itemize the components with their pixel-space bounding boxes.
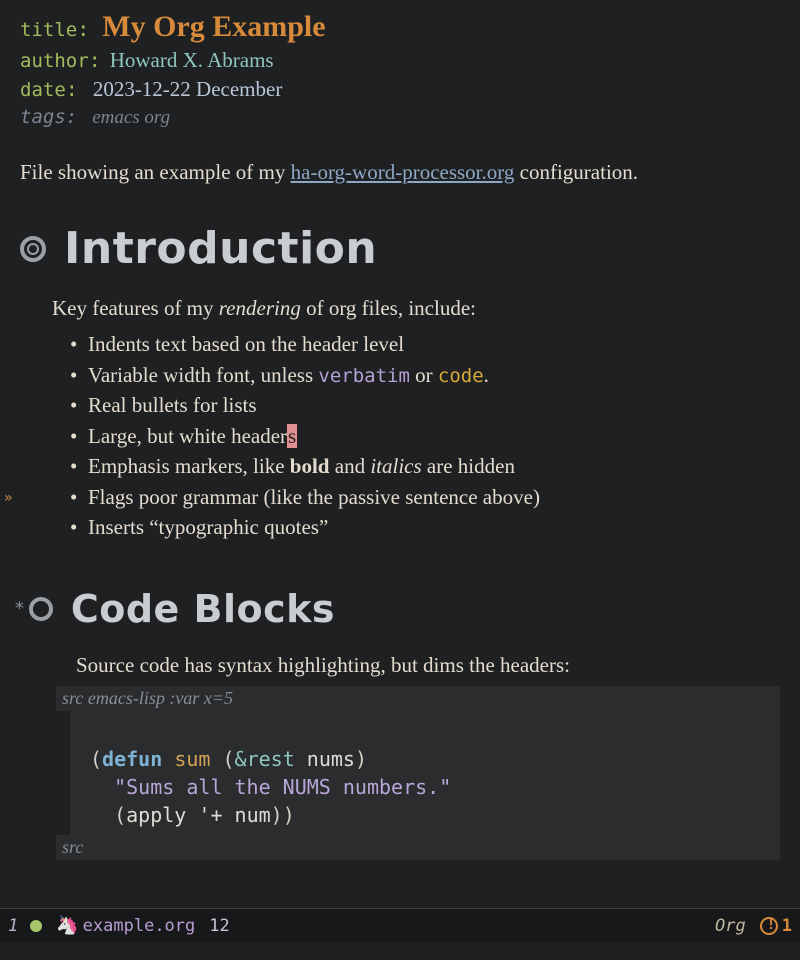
list-item: Indents text based on the header level xyxy=(70,329,780,359)
line-number: 12 xyxy=(209,916,229,936)
heading-introduction[interactable]: Introduction xyxy=(20,223,780,274)
text-cursor: s xyxy=(287,424,297,448)
heading-introduction-text: Introduction xyxy=(64,223,377,274)
modeline[interactable]: 1 🦄 example.org 12 Org 1 xyxy=(0,908,800,942)
code-text: code xyxy=(438,365,484,387)
src-block-begin: src emacs-lisp :var x=5 xyxy=(56,686,780,711)
modified-indicator-icon xyxy=(30,920,42,932)
meta-tags-key: tags: xyxy=(20,106,77,128)
section2-lead: Source code has syntax highlighting, but… xyxy=(76,653,780,678)
meta-author-value: Howard X. Abrams xyxy=(110,48,274,72)
editor-buffer[interactable]: title: My Org Example author: Howard X. … xyxy=(0,0,800,870)
meta-date-value: 2023-12-22 December xyxy=(93,77,283,101)
heading-bullet-icon xyxy=(29,597,53,621)
list-item: Emphasis markers, like bold and italics … xyxy=(70,451,780,481)
list-item: Inserts “typographic quotes” xyxy=(70,512,780,542)
verbatim-text: verbatim xyxy=(318,365,410,387)
heading-code-blocks-text: Code Blocks xyxy=(71,587,335,631)
heading-bullet-icon xyxy=(20,236,46,262)
warning-icon xyxy=(760,917,778,935)
list-item: Real bullets for lists xyxy=(70,390,780,420)
buffer-name[interactable]: example.org xyxy=(83,916,196,936)
meta-title-line: title: My Org Example xyxy=(20,10,780,44)
intro-paragraph: File showing an example of my ha-org-wor… xyxy=(20,157,780,187)
meta-author-line: author: Howard X. Abrams xyxy=(20,48,780,73)
meta-title-value: My Org Example xyxy=(102,10,325,43)
meta-tags-value: emacs org xyxy=(92,107,170,128)
window-number: 1 xyxy=(8,916,18,936)
meta-tags-line: tags: emacs org xyxy=(20,106,780,129)
major-mode[interactable]: Org xyxy=(715,916,746,936)
heading-star-icon: * xyxy=(14,598,25,619)
minibuffer[interactable] xyxy=(0,942,800,960)
meta-author-key: author xyxy=(20,50,89,72)
heading-code-blocks[interactable]: * Code Blocks xyxy=(14,587,780,631)
unicorn-icon: 🦄 xyxy=(56,915,78,936)
meta-date-key: date xyxy=(20,79,66,101)
src-block-body[interactable]: (defun sum (&rest nums) "Sums all the NU… xyxy=(70,711,780,835)
features-list: Indents text based on the header level V… xyxy=(52,329,780,542)
src-block-end: src xyxy=(56,835,780,860)
section1-lead: Key features of my rendering of org file… xyxy=(52,296,780,321)
list-item: Variable width font, unless verbatim or … xyxy=(70,360,780,391)
meta-title-key: title xyxy=(20,19,77,41)
list-item: Flags poor grammar (like the passive sen… xyxy=(70,482,780,512)
fringe-continuation-arrow-icon: » xyxy=(4,490,12,506)
list-item: Large, but white headers xyxy=(70,421,780,451)
meta-date-line: date: 2023-12-22 December xyxy=(20,77,780,102)
flycheck-indicator[interactable]: 1 xyxy=(760,916,792,936)
config-link[interactable]: ha-org-word-processor.org xyxy=(291,160,515,184)
